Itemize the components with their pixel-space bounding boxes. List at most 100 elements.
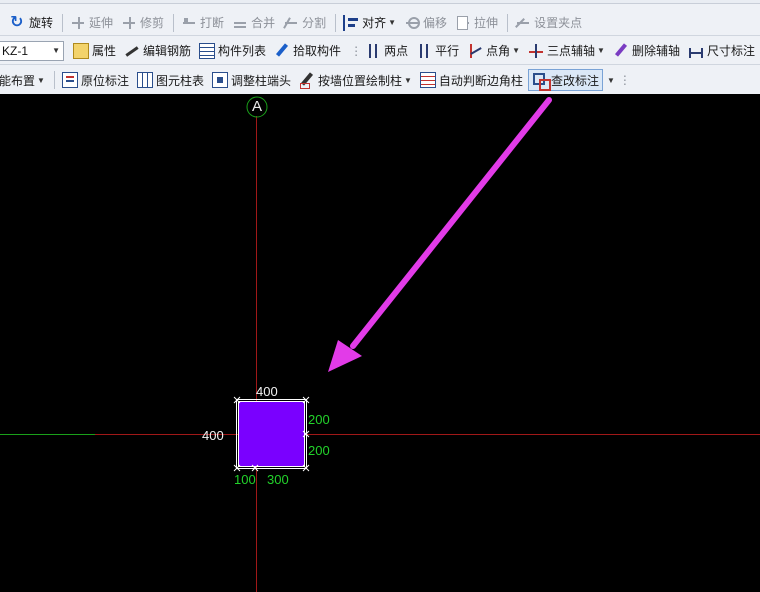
delete-axis-label: 删除辅轴 [631,44,680,58]
merge-label: 合并 [251,16,276,30]
properties-label: 属性 [92,44,117,58]
chevron-down-icon: ▼ [404,75,412,85]
offset-label: 偏移 [423,16,448,30]
toolbar-row-component: KZ-1 ▼ 属性 编辑钢筋 构件列表 拾取构件 ⋮ 两点 平行 点角 ▼ 三点辅轴… [0,37,760,65]
adjust-column-end-button[interactable]: 调整柱端头 [209,69,294,91]
dim-top-400[interactable]: 400 [256,384,278,399]
two-points-label: 两点 [384,44,409,58]
toolbar-area: 旋转 延伸 修剪 打断 合并 分割 对齐▼ 偏移 拉伸 设置夹点 KZ-1▼ 属… [0,0,760,94]
in-place-annotation-button[interactable]: 原位标注 [59,69,132,91]
toolbar-row-column: 能布置 ▼ 原位标注 图元柱表 调整柱端头 按墙位置绘制柱 ▼ 自动判断边角柱 查改… [0,66,760,94]
chevron-down-icon: ▼ [388,18,397,27]
dimension-button[interactable]: 尺寸标注 [685,40,758,62]
split-icon [283,15,299,31]
break-label: 打断 [200,16,225,30]
pick-component-button[interactable]: 拾取构件 [271,40,344,62]
toolbar-row-modify: 旋转 延伸 修剪 打断 合并 分割 对齐▼ 偏移 拉伸 设置夹点 [0,10,760,36]
parallel-label: 平行 [435,44,460,58]
dim-left-400[interactable]: 400 [202,428,224,443]
dimension-icon [688,43,704,59]
drawing-canvas[interactable]: A 400 400 200 200 100 300 [0,94,760,592]
properties-button[interactable]: 属性 [70,40,119,62]
set-grip-button[interactable]: 设置夹点 [512,12,585,34]
draw-by-wall-label: 按墙位置绘制柱 [317,73,402,88]
merge-icon [232,15,248,31]
toolbar-grip: ⋮ [350,43,363,58]
check-annotation-label: 查改标注 [550,73,599,88]
align-label: 对齐 [362,16,387,30]
dim-bottom-right-300[interactable]: 300 [267,472,289,487]
dim-right-upper-200[interactable]: 200 [308,412,330,427]
chevron-down-icon: ▼ [597,46,605,55]
offset-icon [404,15,421,31]
delete-axis-icon [613,43,629,59]
column-kz1[interactable] [238,401,305,467]
smart-layout-label: 能布置 [0,73,36,88]
column-table-icon [136,72,153,88]
point-angle-icon [467,43,483,59]
trim-label: 修剪 [140,16,165,30]
delete-axis-button[interactable]: 删除辅轴 [610,40,683,62]
dim-bottom-left-100[interactable]: 100 [234,472,256,487]
merge-button[interactable]: 合并 [229,12,278,34]
break-icon [181,15,197,31]
pick-component-label: 拾取构件 [293,44,342,58]
auto-corner-column-button[interactable]: 自动判断边角柱 [417,69,526,91]
auto-corner-column-icon [419,72,436,88]
align-button[interactable]: 对齐 ▼ [340,12,399,34]
stretch-label: 拉伸 [474,16,499,30]
adjust-column-end-icon [211,72,228,88]
adjust-column-end-label: 调整柱端头 [230,73,291,88]
element-column-table-button[interactable]: 图元柱表 [134,69,207,91]
align-icon [343,14,359,31]
cut-off-icon [1,15,7,31]
auto-corner-column-label: 自动判断边角柱 [438,73,523,88]
separator [173,13,175,32]
two-points-icon [365,43,381,59]
edit-rebar-button[interactable]: 编辑钢筋 [121,40,194,62]
separator [507,13,509,32]
set-grip-icon [515,15,531,31]
check-annotation-button[interactable]: 查改标注 [527,69,603,91]
extend-button[interactable]: 延伸 [67,12,116,34]
split-button[interactable]: 分割 [280,12,329,34]
point-angle-label: 点角 [486,44,511,58]
pick-component-icon [274,43,290,59]
extend-icon [70,15,86,31]
component-list-label: 构件列表 [218,44,267,58]
in-place-annotation-icon [61,72,78,88]
break-button[interactable]: 打断 [178,12,227,34]
parallel-button[interactable]: 平行 [413,40,462,62]
stretch-button[interactable]: 拉伸 [452,12,501,34]
two-points-button[interactable]: 两点 [362,40,411,62]
point-angle-button[interactable]: 点角 ▼ [464,40,523,62]
parallel-icon [416,43,432,59]
chevron-down-icon: ▼ [512,46,521,55]
chevron-down-icon[interactable]: ▼ [607,76,615,85]
rotate-icon [10,12,26,32]
axis-bubble-label: A [251,98,262,115]
chevron-down-icon: ▼ [37,75,45,85]
dim-right-lower-200[interactable]: 200 [308,443,330,458]
smart-layout-button[interactable]: 能布置 ▼ [0,69,48,91]
trim-button[interactable]: 修剪 [118,12,167,34]
extend-label: 延伸 [89,16,114,30]
draw-by-wall-button[interactable]: 按墙位置绘制柱 ▼ [296,69,415,91]
component-list-icon [199,42,216,59]
offset-button[interactable]: 偏移 [401,12,450,34]
component-list-button[interactable]: 构件列表 [196,40,269,62]
toolbar-row-top-cutoff [0,0,760,4]
split-label: 分割 [302,16,327,30]
in-place-annotation-label: 原位标注 [80,73,129,88]
canvas-svg [0,96,760,592]
three-point-axis-button[interactable]: 三点辅轴 ▼ [525,40,608,62]
toolbar-grip: ⋮ [618,73,631,87]
three-point-axis-icon [528,43,544,59]
separator [335,13,337,32]
edit-rebar-label: 编辑钢筋 [143,44,192,58]
set-grip-label: 设置夹点 [534,16,583,30]
rotate-button[interactable]: 旋转 [0,12,56,34]
component-select[interactable]: KZ-1 ▼ [0,40,64,61]
dimension-label: 尺寸标注 [706,44,755,58]
pointer-arrow-shaft [350,97,552,349]
